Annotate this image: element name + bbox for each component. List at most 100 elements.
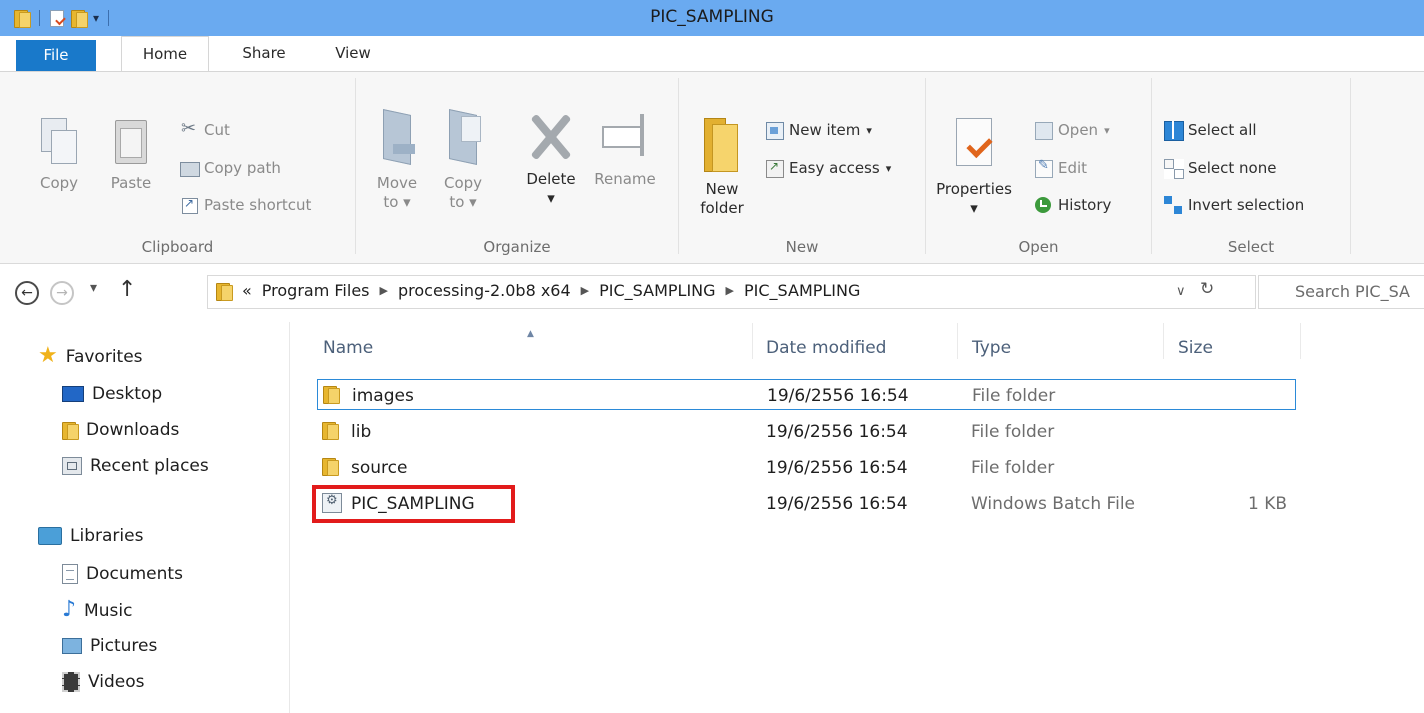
column-divider[interactable]: [1163, 323, 1164, 359]
address-history-dropdown[interactable]: ∨: [1176, 284, 1186, 299]
rename-label: Rename: [594, 170, 656, 188]
copy-to-label-line1: Copy: [443, 174, 483, 192]
file-name: source: [351, 458, 408, 478]
breadcrumb-item[interactable]: PIC_SAMPLING: [744, 281, 860, 300]
column-header-size[interactable]: Size: [1178, 338, 1213, 358]
file-date: 19/6/2556 16:54: [766, 494, 908, 514]
window-title: PIC_SAMPLING: [650, 7, 774, 27]
nav-pictures-label: Pictures: [90, 636, 158, 656]
chevron-right-icon[interactable]: ▶: [380, 284, 388, 297]
edit-label: Edit: [1058, 159, 1088, 177]
new-item-button[interactable]: New item ▾: [765, 121, 872, 140]
clipboard-group: Copy Paste Cut Copy path Paste shortcut …: [0, 72, 355, 262]
properties-label: Properties: [936, 180, 1012, 198]
nav-videos[interactable]: Videos: [62, 672, 145, 692]
nav-videos-label: Videos: [88, 672, 145, 692]
nav-pictures[interactable]: Pictures: [62, 636, 157, 656]
nav-desktop[interactable]: Desktop: [62, 384, 162, 404]
copy-button[interactable]: Copy: [36, 116, 82, 193]
open-button[interactable]: Open ▾: [1034, 121, 1110, 140]
tab-file[interactable]: File: [16, 40, 96, 71]
rename-button[interactable]: Rename: [590, 110, 660, 189]
paste-shortcut-label: Paste shortcut: [204, 196, 312, 214]
back-button[interactable]: ←: [15, 281, 39, 305]
copy-path-icon: [180, 159, 200, 177]
properties-button[interactable]: Properties ▾: [934, 116, 1014, 218]
address-bar[interactable]: « Program Files ▶ processing-2.0b8 x64 ▶…: [207, 275, 1256, 309]
refresh-icon[interactable]: ↻: [1200, 279, 1214, 299]
copy-path-button[interactable]: Copy path: [180, 159, 281, 177]
cut-button[interactable]: Cut: [180, 118, 230, 139]
chevron-down-icon: ▾: [885, 161, 892, 175]
column-divider[interactable]: [957, 323, 958, 359]
copy-label: Copy: [39, 174, 79, 192]
copy-to-button[interactable]: Copy to ▾: [438, 110, 488, 212]
easy-access-button[interactable]: Easy access ▾: [765, 159, 892, 178]
up-button[interactable]: ↑: [118, 277, 136, 302]
move-to-label-line2: to: [383, 193, 399, 211]
desktop-icon: [62, 386, 84, 402]
column-header-date[interactable]: Date modified: [766, 338, 886, 358]
move-to-icon: [375, 110, 419, 166]
history-button[interactable]: History: [1034, 196, 1111, 214]
file-date: 19/6/2556 16:54: [767, 386, 909, 406]
invert-selection-button[interactable]: Invert selection: [1164, 196, 1304, 214]
nav-favorites[interactable]: Favorites: [38, 346, 143, 367]
forward-button[interactable]: →: [50, 281, 74, 305]
recent-places-icon: [62, 457, 82, 475]
select-none-button[interactable]: Select none: [1164, 159, 1276, 179]
tab-share[interactable]: Share: [232, 36, 296, 71]
select-none-icon: [1164, 159, 1184, 179]
table-row[interactable]: source 19/6/2556 16:54 File folder: [317, 452, 1296, 483]
nav-downloads[interactable]: Downloads: [62, 420, 179, 440]
column-header-type[interactable]: Type: [972, 338, 1011, 358]
sort-ascending-icon: ▲: [527, 329, 534, 339]
delete-label: Delete: [526, 170, 576, 188]
downloads-folder-icon: [62, 421, 79, 440]
ribbon-home: Copy Paste Cut Copy path Paste shortcut …: [0, 71, 1424, 264]
new-folder-button[interactable]: New folder: [693, 116, 751, 218]
nav-documents[interactable]: Documents: [62, 564, 183, 584]
tab-home[interactable]: Home: [121, 36, 209, 72]
column-divider[interactable]: [1300, 323, 1301, 359]
recent-locations-button[interactable]: ▾: [90, 280, 97, 296]
tab-view[interactable]: View: [330, 36, 376, 71]
file-name: images: [352, 386, 414, 406]
table-row[interactable]: lib 19/6/2556 16:54 File folder: [317, 416, 1296, 447]
nav-libraries[interactable]: Libraries: [38, 526, 143, 546]
move-to-button[interactable]: Move to ▾: [372, 110, 422, 212]
cut-label: Cut: [204, 121, 230, 139]
navigation-pane: Favorites Desktop Downloads Recent place…: [0, 322, 290, 713]
paste-shortcut-button[interactable]: Paste shortcut: [180, 196, 311, 214]
chevron-right-icon[interactable]: ▶: [726, 284, 734, 297]
chevron-down-icon: ▾: [866, 123, 872, 137]
column-header-name[interactable]: Name: [323, 338, 373, 358]
breadcrumb-overflow[interactable]: «: [242, 281, 252, 300]
column-divider[interactable]: [752, 323, 753, 359]
search-input[interactable]: Search PIC_SA: [1258, 275, 1424, 309]
file-type: Windows Batch File: [971, 494, 1136, 514]
move-to-label-line1: Move: [376, 174, 418, 192]
breadcrumb-item[interactable]: processing-2.0b8 x64: [398, 281, 571, 300]
invert-selection-label: Invert selection: [1188, 196, 1305, 214]
file-date: 19/6/2556 16:54: [766, 422, 908, 442]
nav-recent-places[interactable]: Recent places: [62, 456, 209, 476]
edit-button[interactable]: Edit: [1034, 158, 1088, 178]
pictures-icon: [62, 638, 82, 654]
file-name: lib: [351, 422, 372, 442]
folder-icon: [322, 421, 339, 440]
file-type: File folder: [972, 386, 1056, 406]
paste-button[interactable]: Paste: [106, 116, 156, 193]
new-group: New folder New item ▾ Easy access ▾ New: [679, 72, 925, 262]
select-all-label: Select all: [1188, 121, 1257, 139]
nav-music[interactable]: Music: [62, 600, 132, 621]
star-icon: [38, 346, 58, 367]
delete-button[interactable]: Delete ▾: [516, 110, 586, 208]
breadcrumb-item[interactable]: Program Files: [262, 281, 370, 300]
select-all-button[interactable]: Select all: [1164, 121, 1257, 141]
invert-selection-icon: [1164, 196, 1182, 214]
breadcrumb-item[interactable]: PIC_SAMPLING: [599, 281, 715, 300]
chevron-right-icon[interactable]: ▶: [581, 284, 589, 297]
open-group: Properties▾ Open ▾ Edit History Open: [926, 72, 1151, 262]
table-row[interactable]: images 19/6/2556 16:54 File folder: [317, 379, 1296, 410]
